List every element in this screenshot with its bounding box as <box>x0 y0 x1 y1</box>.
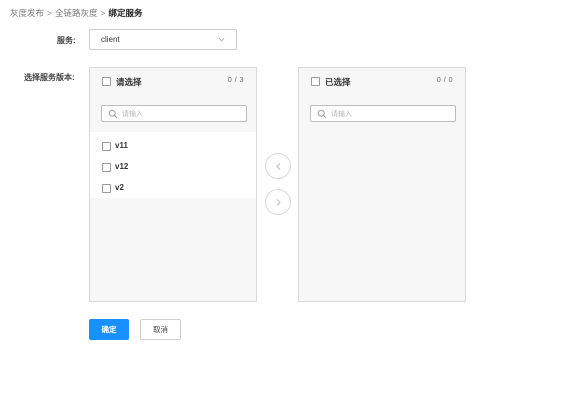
chevron-left-icon <box>276 163 281 170</box>
move-to-target-button[interactable] <box>265 189 291 215</box>
chevron-right-icon <box>276 199 281 206</box>
transfer-target-header: 已选择 0 / 0 <box>299 68 465 95</box>
chevron-down-icon <box>218 37 225 42</box>
transfer-target-panel: 已选择 0 / 0 请输入 <box>298 67 466 302</box>
search-icon <box>317 109 327 119</box>
list-item-label: v11 <box>115 141 128 150</box>
search-placeholder: 请输入 <box>331 111 352 118</box>
transfer-source-search-input[interactable]: 请输入 <box>101 105 247 122</box>
search-icon <box>108 109 118 119</box>
service-select-value: client <box>101 35 120 44</box>
transfer-source-count: 0 / 3 <box>227 77 244 84</box>
service-select[interactable]: client <box>89 29 237 50</box>
search-placeholder: 请输入 <box>122 111 143 118</box>
select-all-checkbox[interactable] <box>102 77 111 86</box>
confirm-button[interactable]: 确定 <box>89 319 129 340</box>
list-item-label: v12 <box>115 162 129 171</box>
transfer-source-header: 请选择 0 / 3 <box>90 68 256 95</box>
transfer-target-count: 0 / 0 <box>436 77 453 84</box>
transfer-source-list: v11 v12 v2 <box>90 132 256 198</box>
cancel-button[interactable]: 取消 <box>140 319 181 340</box>
item-checkbox[interactable] <box>102 163 111 172</box>
breadcrumb-item-bind-service: 绑定服务 <box>108 8 143 18</box>
breadcrumb: 灰度发布 > 全链路灰度 > 绑定服务 <box>10 7 142 19</box>
transfer-source-title: 请选择 <box>116 77 142 87</box>
list-item-label: v2 <box>115 183 124 192</box>
service-version-label: 选择服务版本: <box>24 73 75 82</box>
transfer-target-title: 已选择 <box>325 77 351 87</box>
item-checkbox[interactable] <box>102 142 111 151</box>
breadcrumb-item-gray-release[interactable]: 灰度发布 <box>10 8 44 18</box>
select-all-checkbox[interactable] <box>311 77 320 86</box>
transfer-target-search-input[interactable]: 请输入 <box>310 105 456 122</box>
move-to-source-button[interactable] <box>265 153 291 179</box>
breadcrumb-separator: > <box>100 8 106 18</box>
service-label: 服务: <box>57 36 76 45</box>
breadcrumb-item-full-link-gray[interactable]: 全链路灰度 <box>55 8 98 18</box>
breadcrumb-separator: > <box>47 8 52 18</box>
transfer-source-panel: 请选择 0 / 3 请输入 v11 v12 v2 <box>89 67 257 302</box>
item-checkbox[interactable] <box>102 184 111 193</box>
